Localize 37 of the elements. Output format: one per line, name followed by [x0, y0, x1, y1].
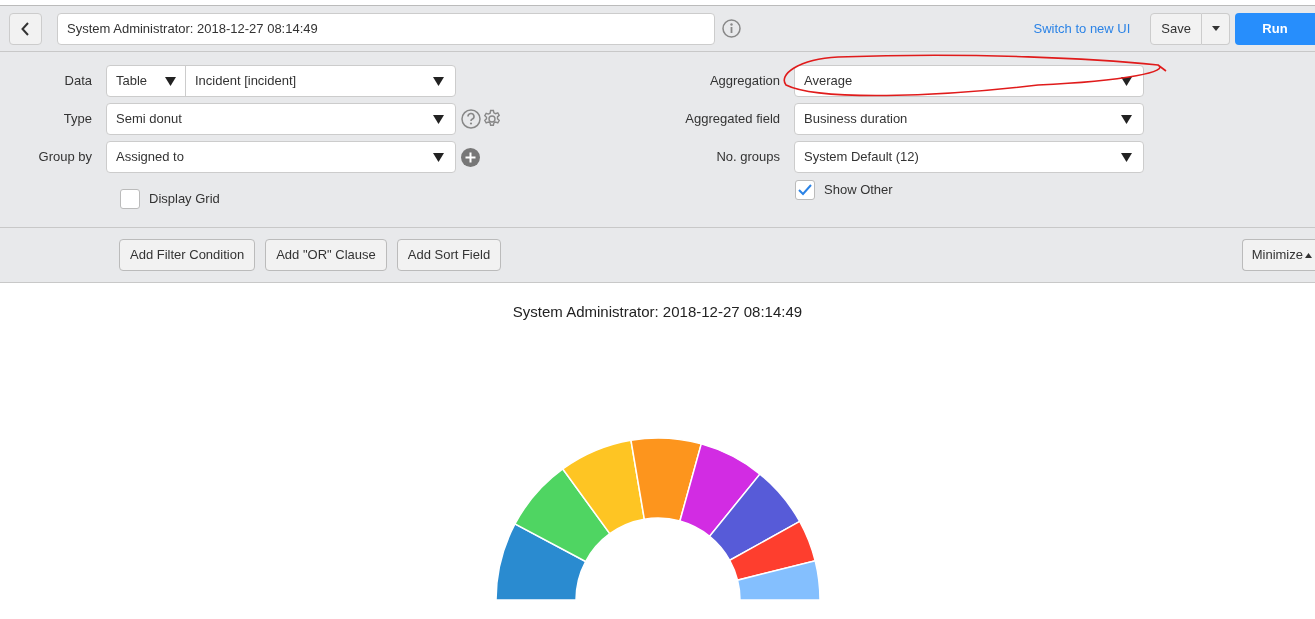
add-icon[interactable] [461, 147, 480, 167]
info-icon[interactable] [722, 19, 741, 38]
dropdown-select[interactable]: Business duration [794, 103, 1144, 135]
field-label: Data [63, 72, 93, 91]
chart-title: System Administrator: 2018-12-27 08:14:49 [512, 302, 803, 322]
field-label: Group by [37, 148, 93, 167]
minimize-button[interactable]: Minimize [1241, 239, 1315, 271]
filter-button[interactable]: Add Sort Field [396, 239, 502, 271]
group-by-select[interactable]: Assigned to [106, 141, 456, 173]
help-icon[interactable] [461, 109, 481, 129]
dropdown-arrow-icon [433, 152, 444, 162]
dropdown-arrow-icon [1121, 152, 1132, 162]
filter-button[interactable]: Add Filter Condition [119, 239, 256, 271]
save-menu-button[interactable] [1202, 12, 1230, 45]
field-label: Aggregated field [684, 110, 781, 129]
settings-icon[interactable] [482, 109, 502, 129]
chevron-left-icon [21, 21, 30, 36]
back-button[interactable] [9, 12, 42, 45]
checkmark-icon [798, 184, 812, 196]
checkbox-label: Display Grid [149, 190, 220, 209]
dropdown-arrow-icon [1121, 114, 1132, 124]
dropdown-arrow-icon [1121, 76, 1132, 86]
dropdown-select[interactable]: Average [794, 65, 1144, 97]
dropdown-select[interactable]: System Default (12) [794, 141, 1144, 173]
field-label: Aggregation [708, 72, 781, 91]
field-label: No. groups [715, 148, 781, 167]
field-label: Type [62, 110, 93, 129]
save-button[interactable]: Save [1150, 12, 1202, 45]
dropdown-arrow-icon [433, 114, 444, 124]
filter-button[interactable]: Add "OR" Clause [265, 239, 387, 271]
checkbox[interactable] [795, 180, 815, 200]
title-field[interactable]: System Administrator: 2018-12-27 08:14:49 [57, 12, 715, 45]
checkbox[interactable] [120, 189, 140, 209]
chart-type-select[interactable]: Semi donut [106, 103, 456, 135]
checkbox-label: Show Other [824, 181, 893, 200]
caret-icon [1211, 26, 1220, 31]
caret-up-icon [1305, 252, 1312, 258]
